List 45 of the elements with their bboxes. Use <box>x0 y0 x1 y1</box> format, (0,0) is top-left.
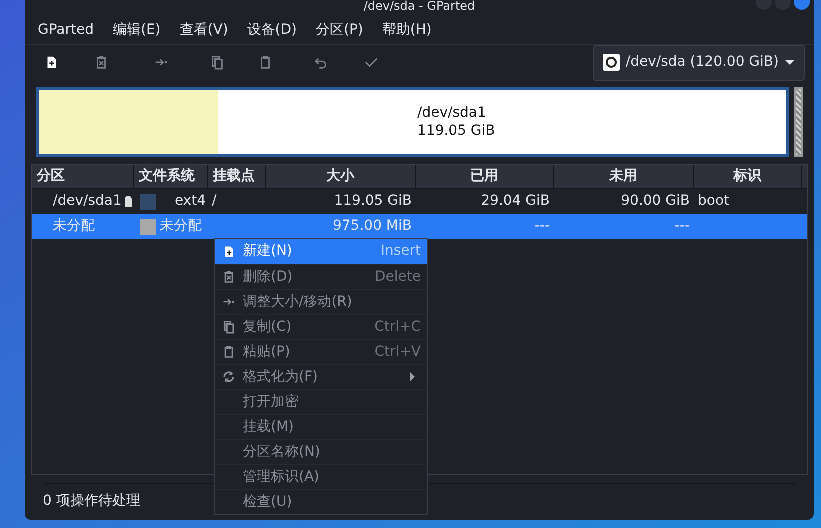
table-cell: --- <box>674 218 690 234</box>
partition-name: /dev/sda1 <box>418 104 488 122</box>
table-cell-text: /dev/sda1 <box>53 192 122 211</box>
table-cell: boot <box>698 193 730 209</box>
table-cell: --- <box>534 218 550 234</box>
menu-item[interactable]: 新建(N) Insert <box>215 239 427 264</box>
unallocated-bar <box>794 87 803 157</box>
table-cell: 975.00 MiB <box>332 218 412 234</box>
shortcut-text: Delete <box>375 268 421 286</box>
menu-item[interactable]: 设备(D) <box>247 20 298 40</box>
column-header[interactable]: 已用 <box>416 165 554 188</box>
menu-item[interactable]: 帮助(H) <box>382 20 432 40</box>
table-row[interactable]: /dev/sda1 ext4 / 119.05 GiB 29.04 GiB 90.00 GiB boot <box>32 189 807 214</box>
table-cell-text: ext4 <box>174 192 207 211</box>
menu-item[interactable]: 查看(V) <box>180 20 228 40</box>
clipboard-icon <box>222 345 236 359</box>
table-cell-text: 未分配 <box>53 217 95 236</box>
delete-icon <box>222 270 236 284</box>
partition-size: 119.05 GiB <box>418 122 496 140</box>
table-cell: 119.05 GiB <box>334 193 412 209</box>
table-cell: 90.00 GiB <box>621 193 690 209</box>
table-cell-text: 未分配 <box>160 217 202 236</box>
shortcut-text: Ctrl+V <box>374 342 421 362</box>
device-dropdown[interactable]: /dev/sda (120.00 GiB) <box>592 44 805 80</box>
copy-icon <box>210 55 224 70</box>
table-cell: 29.04 GiB <box>481 193 550 209</box>
column-header[interactable]: 标识 <box>694 165 802 188</box>
shortcut-text: Insert <box>380 242 421 261</box>
menu-item[interactable]: 分区(P) <box>316 20 364 40</box>
column-header[interactable]: 未用 <box>554 165 694 188</box>
column-header[interactable]: 分区 <box>32 165 134 188</box>
caret-icon <box>785 60 795 65</box>
status-text: 0 项操作待处理 <box>43 492 140 511</box>
column-header[interactable]: 挂载点 <box>208 165 266 188</box>
column-header[interactable]: 文件系统 <box>134 165 208 188</box>
table-cell: / <box>212 193 217 209</box>
disk-icon <box>602 54 620 71</box>
refresh-icon <box>222 370 236 384</box>
column-header[interactable]: 大小 <box>266 165 416 188</box>
window-title: /dev/sda - GParted <box>364 0 476 12</box>
shortcut-text: Ctrl+C <box>374 318 421 336</box>
menu-item[interactable]: 编辑(E) <box>113 20 161 40</box>
close-button[interactable] <box>794 0 810 10</box>
copy-icon <box>222 320 236 334</box>
menu-item[interactable]: GParted <box>38 20 94 40</box>
